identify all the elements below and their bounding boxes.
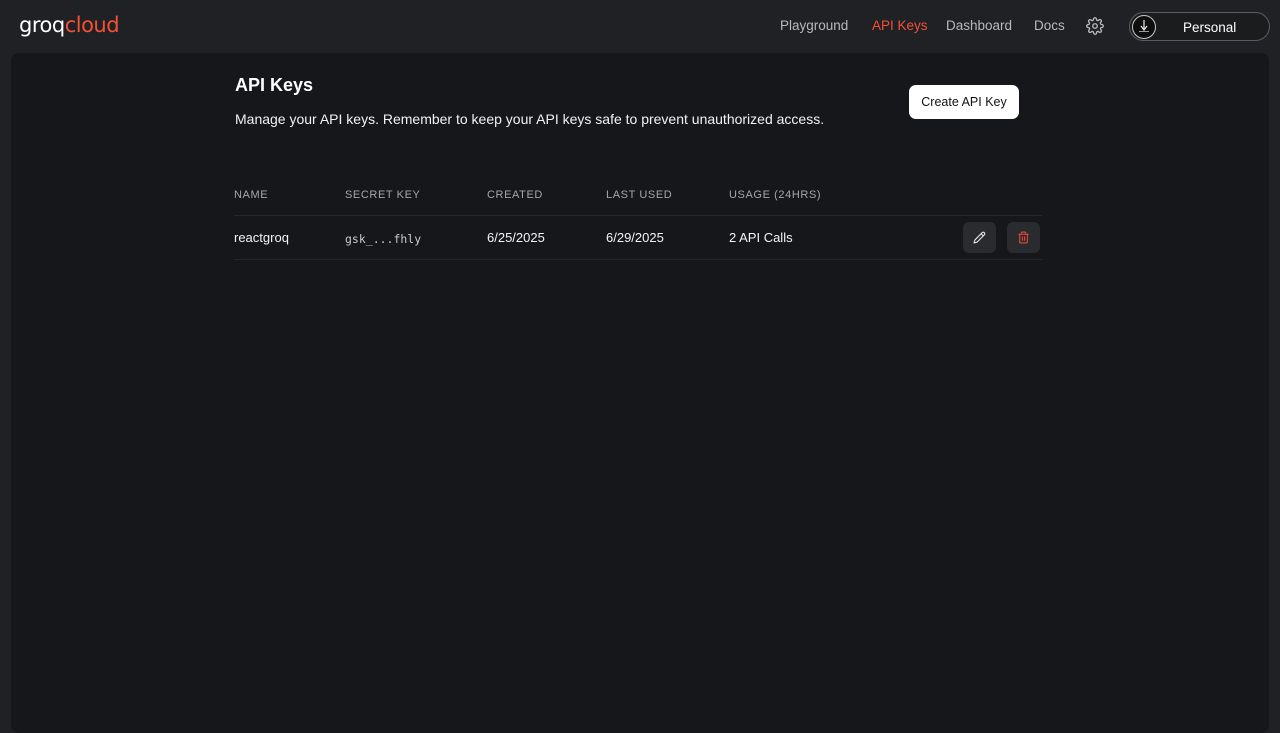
column-header-name: NAME bbox=[234, 189, 269, 201]
gear-icon[interactable] bbox=[1086, 17, 1104, 35]
nav-api-keys[interactable]: API Keys bbox=[872, 18, 928, 34]
main-panel: API Keys Manage your API keys. Remember … bbox=[11, 53, 1269, 733]
cell-name: reactgroq bbox=[234, 230, 289, 245]
cell-created: 6/25/2025 bbox=[487, 230, 545, 245]
account-label: Personal bbox=[1183, 20, 1237, 35]
nav-playground[interactable]: Playground bbox=[780, 18, 848, 34]
logo-text-groq: groq bbox=[19, 13, 65, 37]
nav-docs[interactable]: Docs bbox=[1034, 18, 1065, 34]
column-header-usage: USAGE (24HRS) bbox=[729, 189, 822, 201]
trash-icon bbox=[1018, 231, 1029, 244]
account-switcher[interactable]: Personal bbox=[1129, 12, 1270, 41]
delete-key-button[interactable] bbox=[1007, 222, 1040, 253]
nav-dashboard[interactable]: Dashboard bbox=[946, 18, 1012, 34]
page-title: API Keys bbox=[235, 75, 314, 95]
column-header-secret-key: SECRET KEY bbox=[345, 189, 421, 201]
cell-secret-key: gsk_...fhly bbox=[345, 232, 422, 246]
page-description: Manage your API keys. Remember to keep y… bbox=[235, 111, 825, 127]
table-divider bbox=[234, 259, 1042, 260]
avatar-icon bbox=[1132, 15, 1156, 39]
create-api-key-button[interactable]: Create API Key bbox=[909, 85, 1019, 119]
groqcloud-logo[interactable]: groqcloud bbox=[19, 12, 120, 38]
column-header-created: CREATED bbox=[487, 189, 543, 201]
cell-usage: 2 API Calls bbox=[729, 230, 793, 245]
cell-last-used: 6/29/2025 bbox=[606, 230, 664, 245]
edit-key-button[interactable] bbox=[963, 222, 996, 253]
edit-icon bbox=[973, 231, 986, 244]
table-divider bbox=[234, 215, 1042, 216]
top-bar: groqcloud Playground API Keys Dashboard … bbox=[0, 0, 1280, 53]
logo-text-cloud: cloud bbox=[64, 13, 120, 37]
column-header-last-used: LAST USED bbox=[606, 189, 673, 201]
